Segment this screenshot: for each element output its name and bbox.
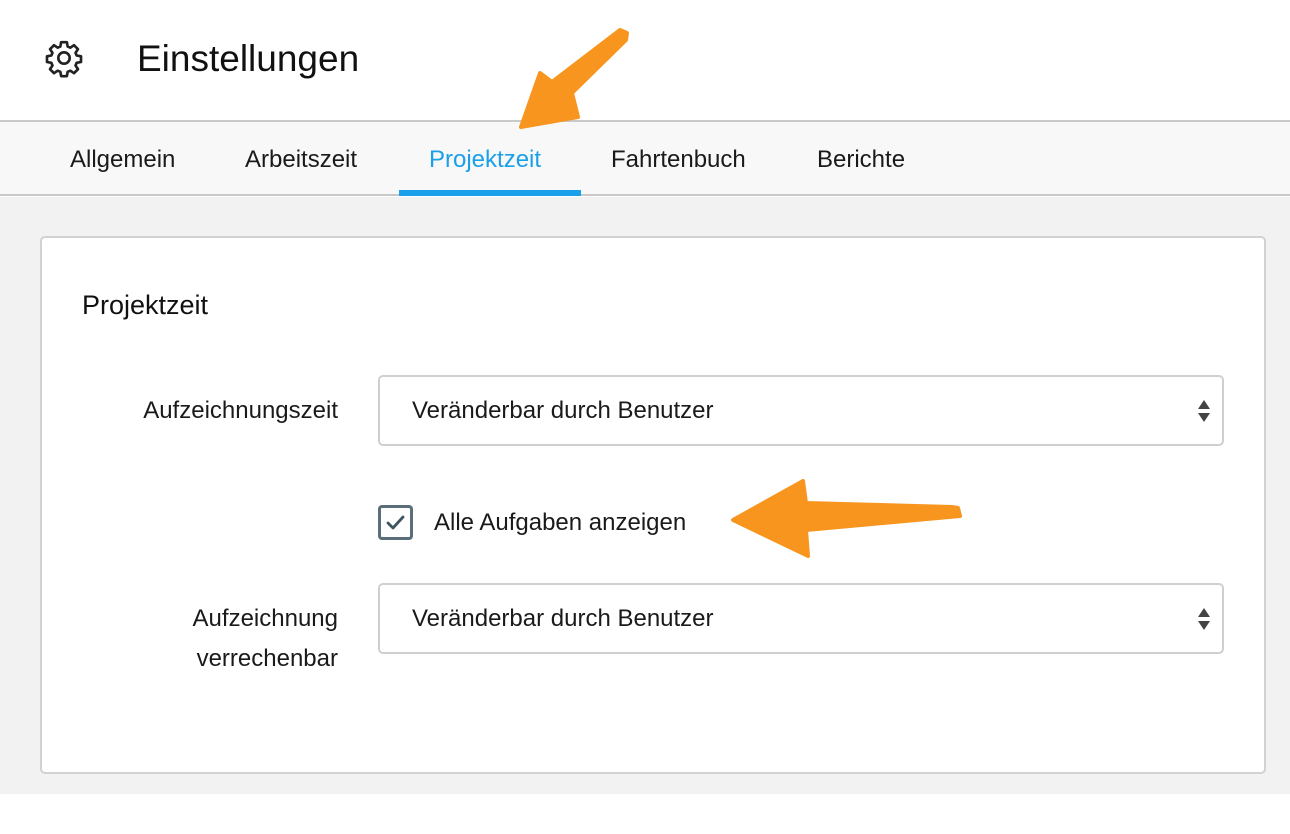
select-arrows-icon (1196, 606, 1212, 632)
tab-bar: Allgemein Arbeitszeit Projektzeit Fahrte… (0, 120, 1290, 196)
active-tab-indicator (399, 190, 581, 196)
recording-time-select[interactable]: Veränderbar durch Benutzer (378, 375, 1224, 446)
billable-value: Veränderbar durch Benutzer (412, 605, 714, 632)
select-arrows-icon (1196, 398, 1212, 424)
tab-allgemein[interactable]: Allgemein (70, 122, 175, 196)
checkmark-icon (386, 515, 405, 530)
recording-time-value: Veränderbar durch Benutzer (412, 397, 714, 424)
tab-fahrtenbuch[interactable]: Fahrtenbuch (611, 122, 746, 196)
panel-title: Projektzeit (82, 290, 209, 320)
billable-label-line1: Aufzeichnung (192, 605, 338, 632)
show-all-tasks-checkbox[interactable] (378, 505, 413, 540)
billable-label-line2: verrechenbar (196, 645, 338, 672)
tab-arbeitszeit[interactable]: Arbeitszeit (245, 122, 357, 196)
tab-projektzeit[interactable]: Projektzeit (429, 122, 541, 196)
page-title: Einstellungen (137, 38, 360, 79)
gear-icon (44, 38, 84, 78)
recording-time-label: Aufzeichnungszeit (143, 397, 338, 424)
show-all-tasks-label[interactable]: Alle Aufgaben anzeigen (434, 504, 686, 542)
billable-select[interactable]: Veränderbar durch Benutzer (378, 583, 1224, 654)
page-footer-space (0, 794, 1290, 834)
page-header: Einstellungen (0, 0, 1290, 121)
tab-berichte[interactable]: Berichte (817, 122, 905, 196)
